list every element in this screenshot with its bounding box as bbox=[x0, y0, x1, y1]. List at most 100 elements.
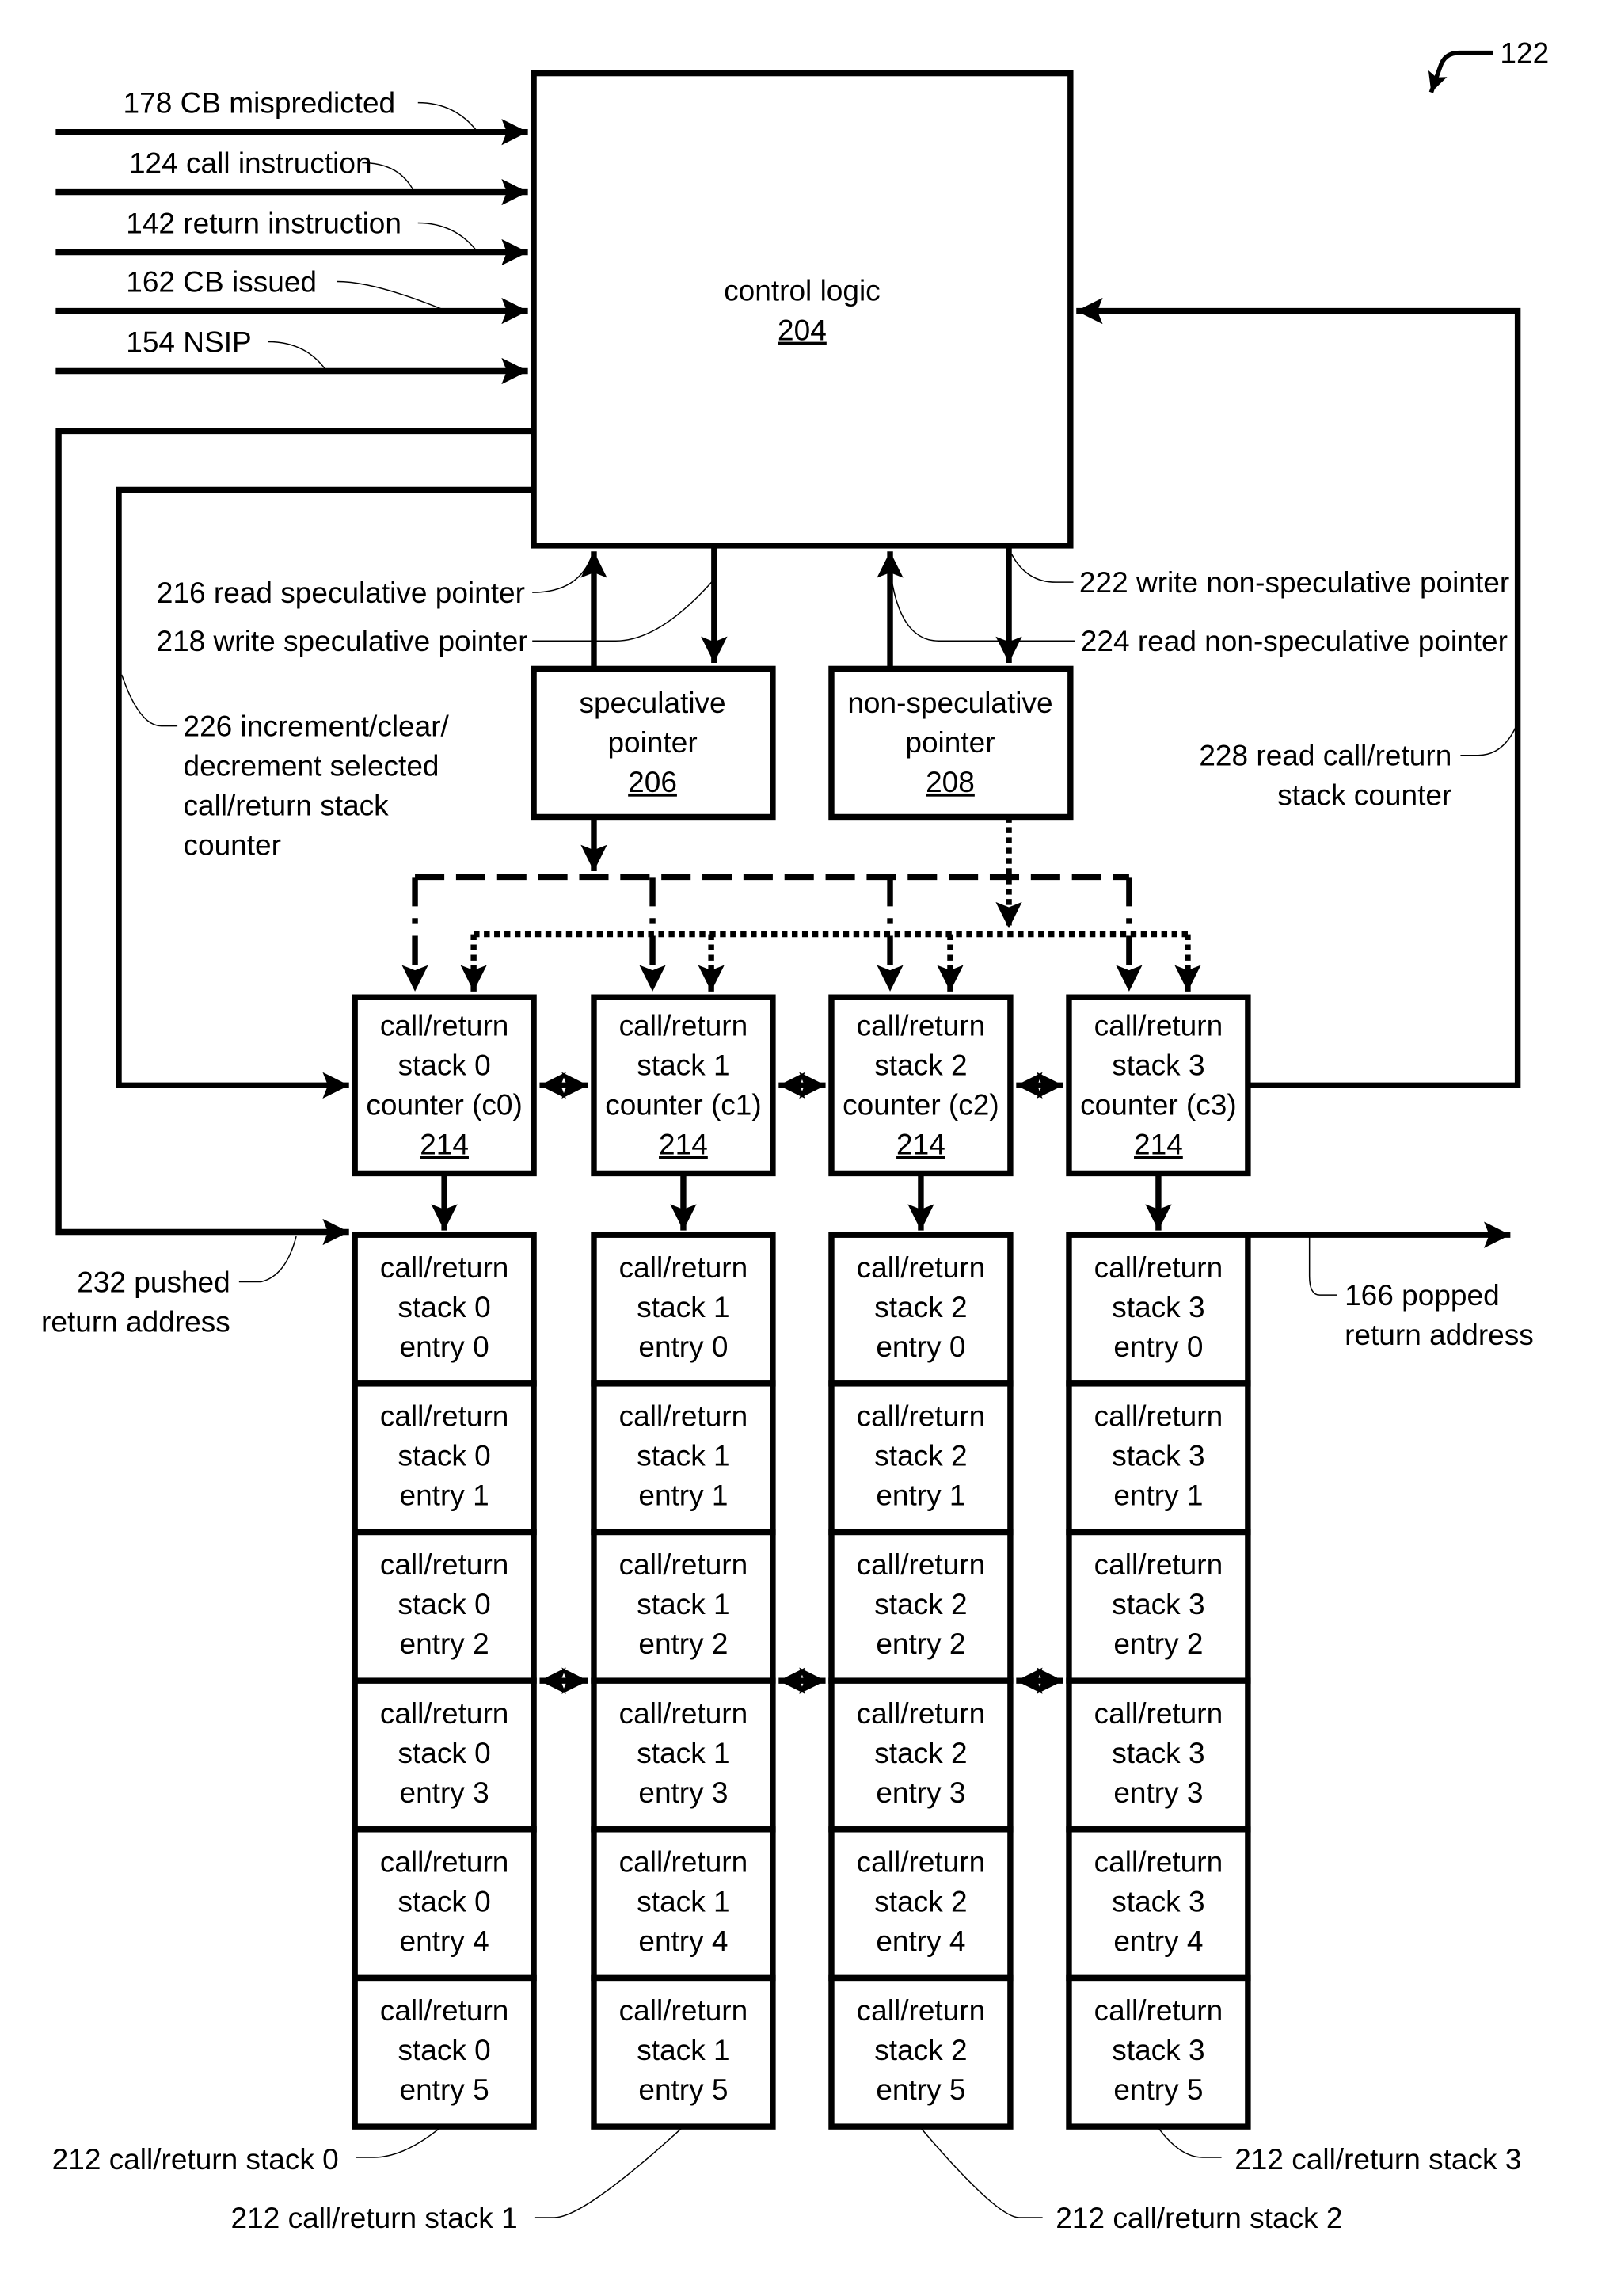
stack-entry: call/return stack 2 entry 3 bbox=[828, 1677, 1014, 1833]
stack-entry: call/return stack 0 entry 2 bbox=[352, 1529, 537, 1684]
stack-entry-line: stack 3 bbox=[1112, 1290, 1204, 1323]
stack-columns: call/returnstack 0counter (c0)214call/re… bbox=[352, 994, 1251, 2130]
stack-entry-line: stack 3 bbox=[1112, 1736, 1204, 1769]
stack-entry-line: entry 3 bbox=[1113, 1776, 1203, 1809]
figure-reference-arrow-icon bbox=[1428, 50, 1493, 93]
stack-entry-line: entry 2 bbox=[876, 1627, 965, 1660]
svg-text:226 increment/clear/: 226 increment/clear/ bbox=[183, 710, 449, 743]
stack-entry-line: stack 3 bbox=[1112, 2033, 1204, 2066]
non-speculative-pointer-ref: 208 bbox=[926, 765, 975, 798]
stack-entry-line: entry 3 bbox=[400, 1776, 489, 1809]
control-logic-title: control logic bbox=[724, 274, 881, 307]
stack-entry-line: entry 4 bbox=[1113, 1925, 1203, 1958]
stack-entry-line: stack 1 bbox=[637, 2033, 729, 2066]
counter-line3: counter (c0) bbox=[366, 1087, 523, 1121]
stack-entry: call/return stack 3 entry 3 bbox=[1066, 1677, 1251, 1833]
input-label: 178 CB mispredicted bbox=[124, 86, 396, 120]
stack-entry-line: call/return bbox=[857, 1548, 986, 1581]
svg-text:228 read call/return: 228 read call/return bbox=[1199, 739, 1451, 772]
stack-entry: call/return stack 0 entry 5 bbox=[352, 1974, 537, 2130]
input-signals: 178 CB mispredicted 124 call instruction 1… bbox=[55, 86, 528, 385]
counter-line1: call/return bbox=[1094, 1008, 1223, 1041]
svg-text:return address: return address bbox=[41, 1304, 230, 1338]
input-label: 142 return instruction bbox=[126, 206, 401, 239]
stack-entry-line: stack 0 bbox=[398, 1587, 490, 1620]
stack-entry-line: stack 0 bbox=[398, 2033, 490, 2066]
stack-entry: call/return stack 1 entry 0 bbox=[591, 1232, 776, 1387]
stack-entry-line: stack 2 bbox=[874, 1439, 967, 1472]
stack-entry-line: call/return bbox=[857, 1399, 986, 1433]
stack-entry-line: call/return bbox=[619, 1251, 748, 1284]
stack-entry-line: entry 1 bbox=[876, 1479, 965, 1512]
svg-text:232 pushed: 232 pushed bbox=[77, 1265, 230, 1298]
stack-entry: call/return stack 1 entry 2 bbox=[591, 1529, 776, 1684]
stack-entry-line: call/return bbox=[619, 1993, 748, 2027]
stack-entry-line: entry 5 bbox=[400, 2073, 489, 2106]
stack-label-leader bbox=[356, 2127, 441, 2158]
stack-entry-line: call/return bbox=[619, 1696, 748, 1730]
counter-line1: call/return bbox=[619, 1008, 748, 1041]
stack-entry-line: stack 0 bbox=[398, 1885, 490, 1918]
stack-entry-line: stack 3 bbox=[1112, 1439, 1204, 1472]
input-signal-178: 178 CB mispredicted bbox=[55, 86, 528, 146]
counter-line2: stack 2 bbox=[874, 1048, 967, 1081]
stack-entry-line: entry 0 bbox=[876, 1330, 965, 1363]
stack-entry-line: stack 1 bbox=[637, 1290, 729, 1323]
read-speculative-label: 216 read speculative pointer bbox=[157, 576, 525, 609]
stack-entry-line: call/return bbox=[380, 1399, 509, 1433]
stack-entry-line: stack 1 bbox=[637, 1587, 729, 1620]
popped-return-address-label: 166 popped return address bbox=[1345, 1278, 1534, 1351]
stack-entry: call/return stack 0 entry 1 bbox=[352, 1380, 537, 1536]
stack-entry-line: entry 4 bbox=[638, 1925, 728, 1958]
stack-entry-line: entry 4 bbox=[400, 1925, 489, 1958]
stack-entry-line: entry 1 bbox=[638, 1479, 728, 1512]
stack-entry-line: stack 2 bbox=[874, 1736, 967, 1769]
stack-entry: call/return stack 2 entry 5 bbox=[828, 1974, 1014, 2130]
counter-line3: counter (c2) bbox=[843, 1087, 999, 1121]
stack-label-1: 212 call/return stack 1 bbox=[231, 2201, 518, 2234]
svg-text:counter: counter bbox=[183, 828, 280, 862]
stack-entry: call/return stack 0 entry 0 bbox=[352, 1232, 537, 1387]
stack-entry-line: stack 1 bbox=[637, 1736, 729, 1769]
svg-text:166 popped: 166 popped bbox=[1345, 1278, 1500, 1312]
call-return-stack-2: call/return stack 2 entry 0 call/return stac… bbox=[828, 1232, 1014, 2130]
call-return-stack-0: call/return stack 0 entry 0 call/return stac… bbox=[352, 1232, 537, 2130]
input-leader bbox=[337, 280, 443, 310]
control-logic-ref: 204 bbox=[778, 314, 827, 347]
counter-ref: 214 bbox=[896, 1127, 945, 1160]
read-speculative-leader bbox=[532, 554, 593, 593]
stack-entry-line: call/return bbox=[1094, 1993, 1223, 2027]
call-return-stack-diagram: 122 178 CB mispredicted 124 call instruct… bbox=[41, 36, 1549, 2234]
stack-entry-line: entry 2 bbox=[638, 1627, 728, 1660]
input-label: 162 CB issued bbox=[126, 265, 317, 299]
input-signal-142: 142 return instruction bbox=[55, 206, 528, 266]
stack-entry: call/return stack 0 entry 3 bbox=[352, 1677, 537, 1833]
non-speculative-pointer-line2: pointer bbox=[905, 725, 995, 759]
stack-entry: call/return stack 1 entry 4 bbox=[591, 1826, 776, 1982]
input-signal-162: 162 CB issued bbox=[55, 265, 528, 325]
stack-entry-line: entry 2 bbox=[400, 1627, 489, 1660]
stack-entry-line: entry 0 bbox=[638, 1330, 728, 1363]
stack-entry: call/return stack 3 entry 4 bbox=[1066, 1826, 1251, 1982]
read-counter-label: 228 read call/return stack counter bbox=[1199, 739, 1451, 812]
stack-entry-line: call/return bbox=[380, 1993, 509, 2027]
stack-entry-line: stack 0 bbox=[398, 1736, 490, 1769]
stack-entry-line: entry 2 bbox=[1113, 1627, 1203, 1660]
stack-entry: call/return stack 3 entry 1 bbox=[1066, 1380, 1251, 1536]
stack-column-2: call/return stack 2 counter (c2) 214 call/re… bbox=[828, 994, 1014, 2130]
read-counter-wire bbox=[1076, 297, 1521, 1089]
stack-entry-line: call/return bbox=[1094, 1251, 1223, 1284]
stack-label-3: 212 call/return stack 3 bbox=[1234, 2142, 1521, 2176]
svg-text:return address: return address bbox=[1345, 1318, 1534, 1351]
input-leader bbox=[268, 341, 326, 371]
stack-entry-line: entry 0 bbox=[400, 1330, 489, 1363]
input-label: 124 call instruction bbox=[129, 147, 372, 180]
inc-clear-dec-leader bbox=[121, 674, 178, 727]
stack-entry-line: call/return bbox=[857, 1845, 986, 1879]
stack-entry: call/return stack 2 entry 1 bbox=[828, 1380, 1014, 1536]
read-counter-leader bbox=[1460, 725, 1517, 756]
control-logic-box bbox=[531, 70, 1074, 549]
counter-line2: stack 0 bbox=[398, 1048, 490, 1081]
speculative-pointer-line2: pointer bbox=[607, 725, 697, 759]
stack-label-2: 212 call/return stack 2 bbox=[1056, 2201, 1342, 2234]
